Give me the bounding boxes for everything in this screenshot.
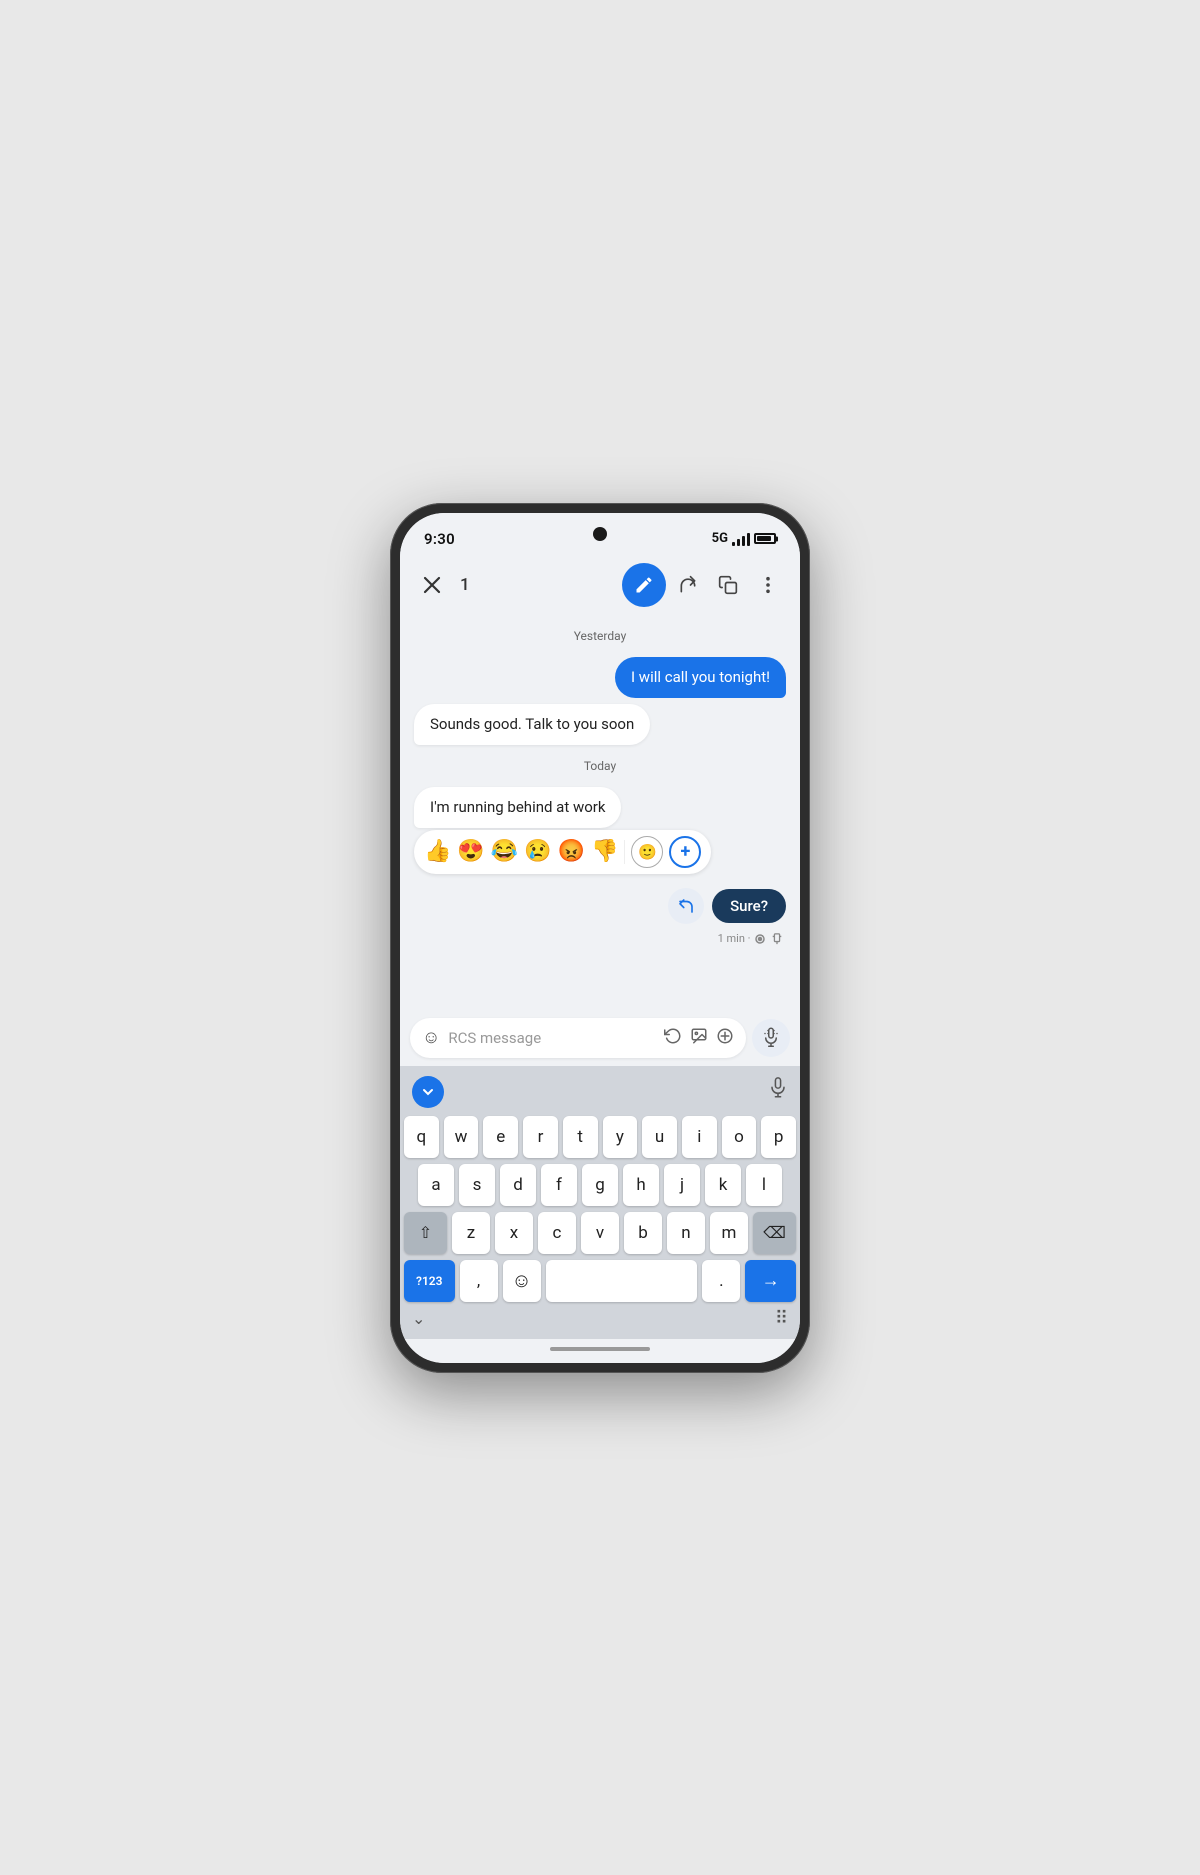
date-yesterday: Yesterday xyxy=(414,629,786,643)
app-bar-left: 1 xyxy=(414,567,470,603)
reaction-bar: 👍 😍 😂 😢 😡 👎 🙂 + xyxy=(414,830,711,874)
key-w[interactable]: w xyxy=(444,1116,479,1158)
message-incoming-1: Sounds good. Talk to you soon xyxy=(414,704,786,745)
date-today: Today xyxy=(414,759,786,773)
key-s[interactable]: s xyxy=(459,1164,495,1206)
key-v[interactable]: v xyxy=(581,1212,619,1254)
emoji-input-icon[interactable]: ☺ xyxy=(422,1027,440,1048)
key-m[interactable]: m xyxy=(710,1212,748,1254)
close-button[interactable] xyxy=(414,567,450,603)
chat-area: Yesterday I will call you tonight! Sound… xyxy=(400,613,800,1010)
phone-frame: 9:30 5G xyxy=(390,503,810,1373)
keyboard-row-4: ?123 , ☺ . → xyxy=(404,1260,796,1302)
space-key[interactable] xyxy=(546,1260,698,1302)
emoji-laugh-cry[interactable]: 😂 xyxy=(491,841,518,863)
emoji-cry[interactable]: 😢 xyxy=(524,841,551,863)
bubble-outgoing-1[interactable]: I will call you tonight! xyxy=(615,657,786,698)
key-q[interactable]: q xyxy=(404,1116,439,1158)
key-d[interactable]: d xyxy=(500,1164,536,1206)
key-o[interactable]: o xyxy=(722,1116,757,1158)
key-period[interactable]: . xyxy=(702,1260,740,1302)
key-comma[interactable]: , xyxy=(460,1260,498,1302)
app-bar: 1 xyxy=(400,557,800,613)
emoji-thumbsup[interactable]: 👍 xyxy=(424,841,451,863)
smart-reply-chip[interactable]: Sure? xyxy=(712,889,786,923)
suggest-icon[interactable] xyxy=(664,1027,682,1049)
input-bar: ☺ RCS message xyxy=(400,1010,800,1066)
message-input[interactable]: ☺ RCS message xyxy=(410,1018,746,1058)
key-u[interactable]: u xyxy=(642,1116,677,1158)
key-y[interactable]: y xyxy=(603,1116,638,1158)
home-bar xyxy=(550,1347,650,1351)
message-outgoing-1: I will call you tonight! xyxy=(414,657,786,698)
key-g[interactable]: g xyxy=(582,1164,618,1206)
voice-button[interactable] xyxy=(752,1019,790,1057)
message-incoming-2: I'm running behind at work 👍 😍 😂 😢 😡 👎 🙂… xyxy=(414,787,786,878)
input-placeholder: RCS message xyxy=(448,1029,656,1047)
keyboard-top-bar xyxy=(404,1072,796,1116)
keyboard-row-3: ⇧ z x c v b n m ⌫ xyxy=(404,1212,796,1254)
key-x[interactable]: x xyxy=(495,1212,533,1254)
num-key[interactable]: ?123 xyxy=(404,1260,455,1302)
phone-screen: 9:30 5G xyxy=(400,513,800,1363)
key-i[interactable]: i xyxy=(682,1116,717,1158)
keyboard-grid-icon[interactable]: ⠿ xyxy=(775,1308,788,1329)
keyboard-row-2: a s d f g h j k l xyxy=(404,1164,796,1206)
battery-icon xyxy=(754,533,776,544)
signal-icon xyxy=(732,532,750,546)
add-reaction-button[interactable]: + xyxy=(669,836,701,868)
status-time: 9:30 xyxy=(424,530,455,548)
keyboard-voice-button[interactable] xyxy=(768,1077,788,1106)
key-j[interactable]: j xyxy=(664,1164,700,1206)
copy-button[interactable] xyxy=(710,567,746,603)
media-icon[interactable] xyxy=(690,1027,708,1049)
attach-icon[interactable] xyxy=(716,1026,734,1050)
camera xyxy=(593,527,607,541)
key-e[interactable]: e xyxy=(483,1116,518,1158)
backspace-key[interactable]: ⌫ xyxy=(753,1212,796,1254)
keyboard: q w e r t y u i o p a s d f g h j k xyxy=(400,1066,800,1339)
key-z[interactable]: z xyxy=(452,1212,490,1254)
emoji-angry[interactable]: 😡 xyxy=(558,841,585,863)
reply-icon-button[interactable] xyxy=(668,888,704,924)
status-icons: 5G xyxy=(712,531,776,546)
network-label: 5G xyxy=(712,531,728,546)
app-bar-right xyxy=(622,563,786,607)
key-emoji[interactable]: ☺ xyxy=(503,1260,541,1302)
smart-reply-row: Sure? xyxy=(414,888,786,924)
custom-reaction-btn[interactable]: 🙂 xyxy=(631,836,663,868)
bubble-incoming-2[interactable]: I'm running behind at work xyxy=(414,787,621,828)
key-t[interactable]: t xyxy=(563,1116,598,1158)
collapse-keyboard-icon[interactable]: ⌄ xyxy=(412,1309,425,1328)
key-k[interactable]: k xyxy=(705,1164,741,1206)
home-indicator xyxy=(400,1339,800,1363)
more-button[interactable] xyxy=(750,567,786,603)
enter-key[interactable]: → xyxy=(745,1260,796,1302)
forward-button[interactable] xyxy=(670,567,706,603)
emoji-thumbsdown[interactable]: 👎 xyxy=(591,841,618,863)
key-a[interactable]: a xyxy=(418,1164,454,1206)
keyboard-expand-button[interactable] xyxy=(412,1076,444,1108)
key-r[interactable]: r xyxy=(523,1116,558,1158)
selection-count: 1 xyxy=(460,575,470,595)
key-n[interactable]: n xyxy=(667,1212,705,1254)
shift-key[interactable]: ⇧ xyxy=(404,1212,447,1254)
edit-fab[interactable] xyxy=(622,563,666,607)
key-l[interactable]: l xyxy=(746,1164,782,1206)
emoji-heart-eyes[interactable]: 😍 xyxy=(457,841,484,863)
key-b[interactable]: b xyxy=(624,1212,662,1254)
keyboard-bottom-bar: ⌄ ⠿ xyxy=(404,1304,796,1335)
key-h[interactable]: h xyxy=(623,1164,659,1206)
keyboard-row-1: q w e r t y u i o p xyxy=(404,1116,796,1158)
message-meta: 1 min · xyxy=(414,932,786,945)
key-p[interactable]: p xyxy=(761,1116,796,1158)
key-f[interactable]: f xyxy=(541,1164,577,1206)
bubble-incoming-1[interactable]: Sounds good. Talk to you soon xyxy=(414,704,650,745)
key-c[interactable]: c xyxy=(538,1212,576,1254)
